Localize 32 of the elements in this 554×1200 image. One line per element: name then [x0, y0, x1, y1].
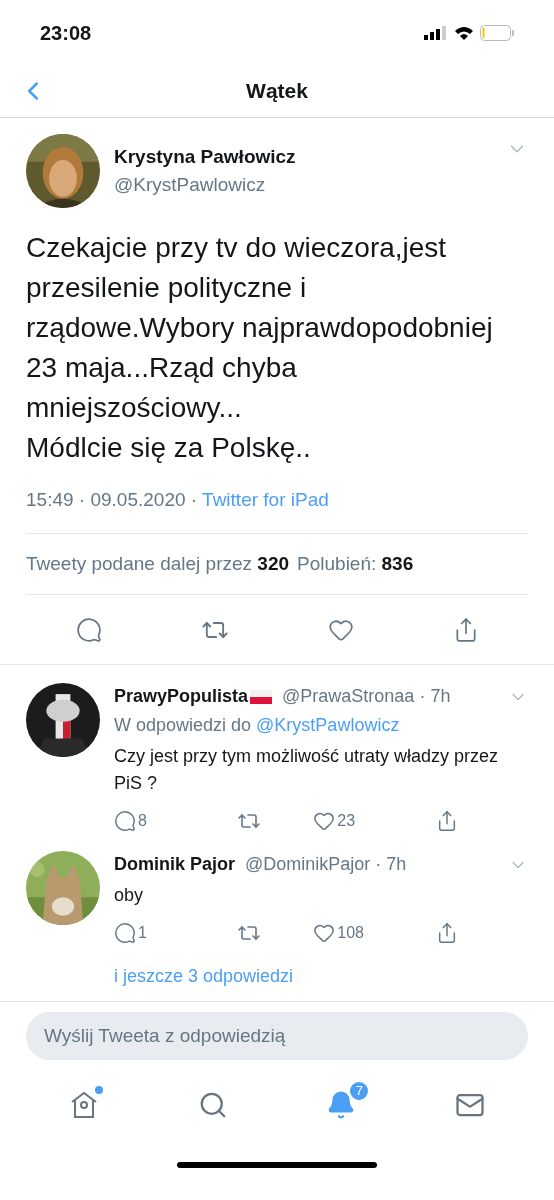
like-count: 23	[337, 811, 356, 831]
reply-count: 8	[138, 811, 147, 831]
notification-badge: 7	[348, 1080, 371, 1102]
likes-stat[interactable]: Polubień: 836	[297, 549, 414, 578]
reply-author-name: PrawyPopulista	[114, 685, 249, 708]
retweets-stat[interactable]: Tweety podane dalej przez 320	[26, 549, 290, 578]
reply-context: W odpowiedzi do	[114, 715, 253, 735]
page-title: Wątek	[246, 77, 308, 104]
like-icon[interactable]	[313, 922, 336, 944]
reply-icon[interactable]	[75, 616, 102, 643]
signal-icon	[424, 26, 448, 40]
tweet-text: Czekajcie przy tv do wieczora,jest przesilenie polityczne i rządowe.Wybory najprawdopodobniej 23 maja...Rząd chyba mniejszościowy... Módlcie się za Polskę..	[26, 231, 494, 465]
tweet-timestamp: 15:49 · 09.05.2020 ·	[26, 489, 199, 510]
reply-text: Czy jest przy tym możliwość utraty władzy przez PiS ?	[114, 745, 500, 795]
wifi-icon	[454, 26, 474, 40]
reply-count: 1	[138, 923, 147, 943]
reply-icon[interactable]	[114, 810, 136, 832]
reply-input-field[interactable]: Wyślij Tweeta z odpowiedzią	[26, 1012, 528, 1060]
reply-text: oby	[114, 884, 145, 907]
source-link[interactable]: Twitter for iPad	[202, 489, 329, 510]
mention-link[interactable]: @KrystPawlowicz	[256, 715, 400, 735]
author-name: Krystyna Pawłowicz	[114, 144, 297, 169]
reply-author-handle: @PrawaStronaa · 7h	[282, 685, 451, 708]
battery-icon	[480, 25, 514, 41]
reply-author-handle: @DominikPajor · 7h	[245, 853, 407, 876]
like-count: 108	[337, 923, 364, 943]
more-replies-link[interactable]: i jeszcze 3 odpowiedzi	[114, 963, 528, 990]
author-handle: @KrystPawlowicz	[114, 173, 267, 197]
reply-author-name: Dominik Pajor	[114, 853, 236, 876]
reply-icon[interactable]	[114, 922, 136, 944]
like-icon[interactable]	[313, 810, 336, 832]
status-time: 23:08	[40, 21, 92, 46]
